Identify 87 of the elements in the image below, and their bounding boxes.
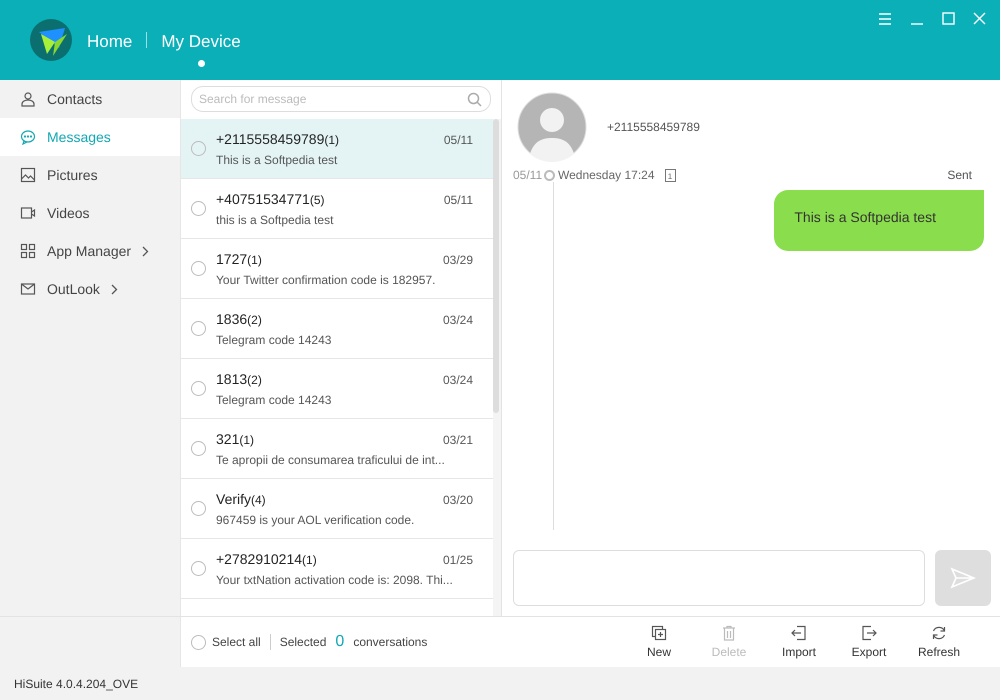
message-count: (4) bbox=[251, 492, 266, 506]
selected-label: Selected bbox=[280, 635, 326, 649]
menu-icon[interactable] bbox=[878, 12, 892, 24]
scrollbar-thumb[interactable] bbox=[493, 119, 499, 413]
radio-button[interactable] bbox=[191, 261, 206, 276]
message-count: (1) bbox=[239, 432, 254, 446]
selected-count: 0 bbox=[335, 633, 344, 651]
date: 05/11 bbox=[513, 168, 543, 182]
grid-icon bbox=[20, 243, 36, 259]
avatar bbox=[517, 92, 587, 162]
add-icon bbox=[651, 625, 667, 641]
sidebar-item[interactable]: App Manager bbox=[0, 232, 180, 270]
contact-name: 1813 bbox=[216, 370, 248, 386]
message-count: (2) bbox=[247, 312, 262, 326]
date: 03/24 bbox=[442, 372, 473, 386]
contact-name: 321 bbox=[216, 430, 240, 446]
radio-button[interactable] bbox=[191, 201, 206, 216]
search-field[interactable]: Search for message bbox=[191, 86, 491, 112]
sidebar-item[interactable]: Contacts bbox=[0, 80, 180, 118]
toolbar-button[interactable]: Refresh bbox=[904, 617, 974, 667]
mail-icon bbox=[20, 281, 36, 297]
message-preview: Your txtNation activation code is: 2098. Thi... bbox=[216, 572, 454, 586]
sidebar-item[interactable]: OutLook bbox=[0, 270, 180, 308]
message-count: (1) bbox=[324, 132, 340, 146]
toolbar-button[interactable]: New bbox=[624, 617, 694, 667]
contact-name: +40751534771 bbox=[216, 190, 310, 206]
contact-name: Verify bbox=[216, 490, 252, 506]
person-icon bbox=[20, 91, 36, 107]
message-preview: Telegram code 14243 bbox=[216, 392, 332, 406]
send-button[interactable] bbox=[935, 550, 991, 606]
conversations-label: conversations bbox=[353, 635, 428, 649]
date: 01/25 bbox=[442, 552, 473, 566]
message-preview: this is a Softpedia test bbox=[216, 212, 334, 226]
version-label: HiSuite 4.0.4.204_OVE bbox=[14, 676, 138, 690]
message-input[interactable] bbox=[513, 550, 925, 606]
radio-button[interactable] bbox=[191, 561, 206, 576]
date: 03/24 bbox=[442, 312, 473, 326]
select-all-checkbox[interactable] bbox=[191, 634, 206, 650]
radio-button[interactable] bbox=[191, 501, 206, 516]
select-all-label[interactable]: Select all bbox=[212, 635, 261, 649]
date: 03/20 bbox=[442, 492, 473, 506]
conversation-row[interactable]: +2115558459789(1) 05/11 This is a Softpedia test bbox=[181, 119, 493, 179]
contact-name: +2115558459789 bbox=[216, 130, 324, 146]
maximize-icon[interactable] bbox=[942, 12, 955, 25]
message-count: (1) bbox=[302, 552, 317, 566]
chat-bubble-icon bbox=[20, 129, 36, 145]
contact-name: 1727 bbox=[216, 250, 248, 266]
picture-icon bbox=[20, 167, 36, 183]
timeline-dot bbox=[544, 170, 555, 180]
message-preview: 967459 is your AOL verification code. bbox=[216, 512, 416, 526]
radio-button[interactable] bbox=[191, 141, 206, 156]
toolbar-button[interactable]: Export bbox=[834, 617, 904, 667]
message-preview: This is a Softpedia test bbox=[216, 152, 338, 166]
date: 03/29 bbox=[442, 252, 473, 266]
message-count: (1) bbox=[247, 252, 262, 266]
contact-name: 1836 bbox=[216, 310, 248, 326]
contact-number: +2115558459789 bbox=[607, 120, 700, 134]
message-count: (2) bbox=[247, 372, 262, 386]
toolbar-button[interactable]: Import bbox=[764, 617, 834, 667]
date: 05/11 bbox=[444, 132, 473, 146]
export-icon bbox=[861, 625, 877, 641]
radio-button[interactable] bbox=[191, 381, 206, 396]
sidebar-item[interactable]: Pictures bbox=[0, 156, 180, 194]
sim-icon: 1 bbox=[664, 168, 676, 182]
message-preview: Te apropii de consumarea traficului de int... bbox=[216, 452, 446, 466]
sidebar-item[interactable]: Videos bbox=[0, 194, 180, 232]
message-preview: Telegram code 14243 bbox=[216, 332, 332, 346]
message-status: Sent bbox=[947, 168, 972, 182]
timestamp: Wednesday 17:24 bbox=[558, 168, 655, 182]
message-preview: Your Twitter confirmation code is 182957. bbox=[216, 272, 436, 286]
trash-icon bbox=[721, 625, 737, 641]
send-icon bbox=[950, 567, 976, 589]
date: 03/21 bbox=[442, 432, 473, 446]
contact-name: +2782910214 bbox=[216, 550, 302, 566]
search-icon bbox=[467, 92, 482, 106]
message-count: (5) bbox=[310, 192, 324, 206]
refresh-icon bbox=[931, 625, 947, 641]
chevron-right-icon bbox=[142, 246, 150, 256]
radio-button[interactable] bbox=[191, 321, 206, 336]
radio-button[interactable] bbox=[191, 441, 206, 456]
import-icon bbox=[791, 625, 807, 641]
close-icon[interactable] bbox=[973, 12, 986, 25]
video-icon bbox=[20, 205, 36, 221]
chevron-right-icon bbox=[110, 284, 118, 294]
logo-icon bbox=[29, 18, 73, 62]
date: 05/11 bbox=[444, 192, 473, 206]
message-bubble: This is a Softpedia test bbox=[774, 190, 984, 251]
